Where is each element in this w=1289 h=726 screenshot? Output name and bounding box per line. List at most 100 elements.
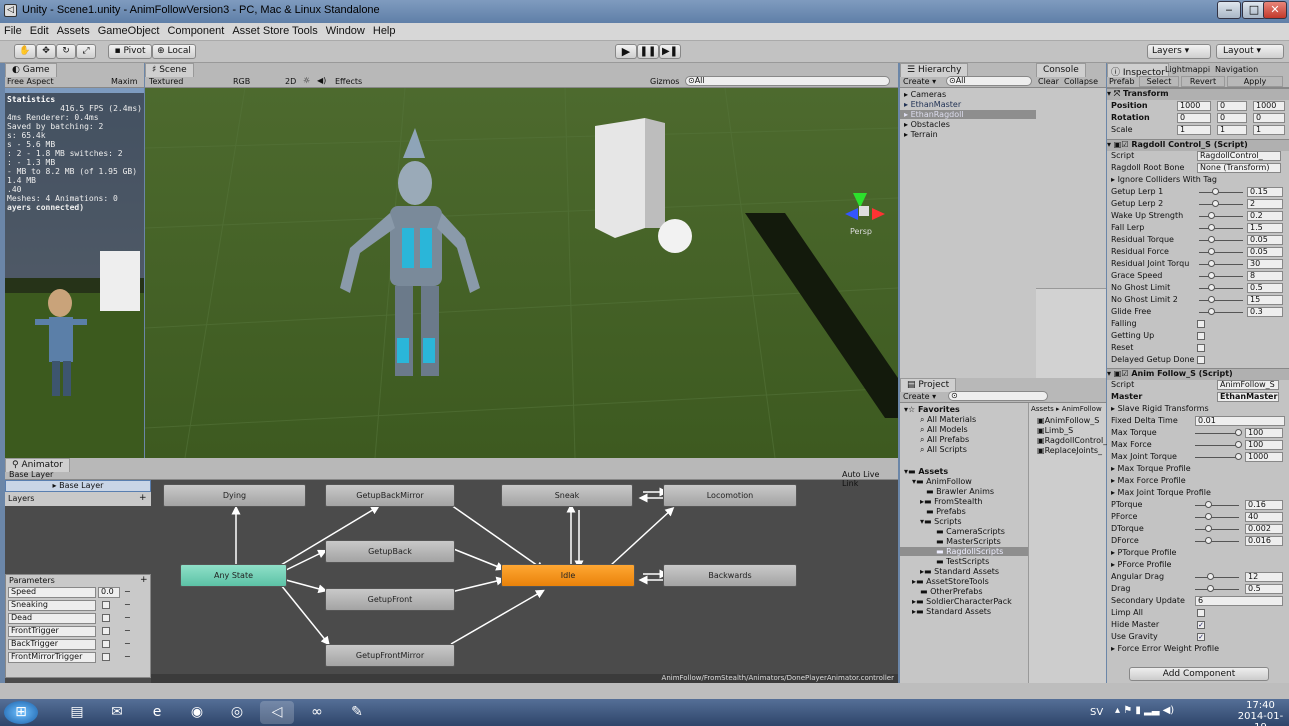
pivot-toggle[interactable]: ▪ Pivot xyxy=(108,44,152,59)
hierarchy-item-terrain[interactable]: ▸ Terrain xyxy=(904,130,938,139)
parameter-name-field[interactable]: FrontTrigger xyxy=(8,626,96,637)
parameter-name-field[interactable]: FrontMirrorTrigger xyxy=(8,652,96,663)
slider-knob[interactable] xyxy=(1205,501,1212,508)
ragdoll-param-slider[interactable] xyxy=(1199,288,1243,289)
prefab-select-button[interactable]: Select xyxy=(1139,76,1179,87)
folder-item[interactable]: ▬ Prefabs xyxy=(926,507,966,516)
rotation-z-field[interactable]: 0 xyxy=(1253,113,1285,123)
tab-lightmapping[interactable]: Lightmappi xyxy=(1165,65,1210,74)
tab-project[interactable]: ▤ Project xyxy=(900,378,957,392)
secondary-update-field[interactable]: 6 xyxy=(1195,596,1283,606)
state-sneak[interactable]: Sneak xyxy=(501,484,633,507)
sphere-object[interactable] xyxy=(658,219,692,253)
ragdoll-checkbox[interactable] xyxy=(1197,344,1205,352)
pd-param-field[interactable]: 40 xyxy=(1245,512,1283,522)
slider-knob[interactable] xyxy=(1207,272,1215,279)
profile-foldout[interactable]: ▸ PTorque Profile xyxy=(1111,548,1176,557)
parameter-checkbox[interactable] xyxy=(102,640,110,648)
project-search-input[interactable]: ⊙ xyxy=(948,391,1048,401)
folder-item[interactable]: ▬ MasterScripts xyxy=(936,537,1001,546)
project-create-dropdown[interactable]: Create ▾ xyxy=(903,392,936,401)
slider-knob[interactable] xyxy=(1207,585,1214,592)
remove-parameter-icon[interactable]: − xyxy=(124,652,131,661)
drag-param-slider[interactable] xyxy=(1195,577,1239,578)
pd-param-slider[interactable] xyxy=(1195,505,1239,506)
add-parameter-icon[interactable]: + xyxy=(140,575,148,585)
menu-component[interactable]: Component xyxy=(163,23,228,39)
slider-knob[interactable] xyxy=(1235,429,1242,436)
state-getup-back-mirror[interactable]: GetupBackMirror xyxy=(325,484,455,507)
project-breadcrumb[interactable]: Assets ▸ AnimFollow xyxy=(1031,405,1102,413)
slave-rigid-foldout[interactable]: ▸ Slave Rigid Transforms xyxy=(1111,404,1209,413)
minimize-button[interactable]: ‒ xyxy=(1217,1,1241,19)
parameter-checkbox[interactable] xyxy=(102,653,110,661)
clear-button[interactable]: Clear xyxy=(1038,77,1059,86)
ragdoll-param-slider[interactable] xyxy=(1199,192,1243,193)
slider-knob[interactable] xyxy=(1205,513,1212,520)
chrome-icon[interactable]: ◎ xyxy=(220,701,254,724)
ragdoll-param-field[interactable]: 0.2 xyxy=(1247,211,1283,221)
script-file[interactable]: ▣ReplaceJoints_ xyxy=(1037,446,1102,455)
ragdoll-param-slider[interactable] xyxy=(1199,252,1243,253)
position-z-field[interactable]: 1000 xyxy=(1253,101,1285,111)
max-param-field[interactable]: 100 xyxy=(1245,440,1283,450)
transform-header[interactable]: ▾ ⤧ Transform xyxy=(1107,88,1289,100)
ragdoll-param-field[interactable]: 30 xyxy=(1247,259,1283,269)
pd-param-slider[interactable] xyxy=(1195,517,1239,518)
slider-knob[interactable] xyxy=(1207,573,1214,580)
ignore-colliders-foldout[interactable]: ▸ Ignore Colliders With Tag xyxy=(1111,175,1217,184)
ragdoll-param-slider[interactable] xyxy=(1199,204,1243,205)
gizmos-dropdown[interactable]: Gizmos xyxy=(650,77,679,86)
hierarchy-create-dropdown[interactable]: Create ▾ xyxy=(903,77,936,86)
ragdoll-param-field[interactable]: 0.05 xyxy=(1247,235,1283,245)
effects-dropdown[interactable]: Effects xyxy=(335,77,362,86)
move-tool-icon[interactable]: ✥ xyxy=(36,44,56,59)
force-error-profile-foldout[interactable]: ▸ Force Error Weight Profile xyxy=(1111,644,1219,653)
language-indicator[interactable]: SV xyxy=(1090,707,1103,718)
tray-icons[interactable]: ▴ ⚑ ▮ ▂▃ ◀) xyxy=(1115,705,1174,716)
slider-knob[interactable] xyxy=(1212,200,1220,207)
anim-checkbox[interactable]: ✓ xyxy=(1197,621,1205,629)
slider-knob[interactable] xyxy=(1207,236,1215,243)
maximize-on-play[interactable]: Maxim xyxy=(111,77,138,86)
scene-search-input[interactable]: ⊙All xyxy=(685,76,890,86)
clock[interactable]: 17:40 2014-01-19 xyxy=(1232,700,1289,726)
scale-z-field[interactable]: 1 xyxy=(1253,125,1285,135)
max-param-slider[interactable] xyxy=(1195,457,1239,458)
anim-script-field[interactable]: AnimFollow_S xyxy=(1217,380,1279,390)
scale-tool-icon[interactable]: ⤢ xyxy=(76,44,96,59)
state-getup-front-mirror[interactable]: GetupFrontMirror xyxy=(325,644,455,667)
shading-dropdown[interactable]: Textured xyxy=(149,77,183,86)
drag-param-field[interactable]: 0.5 xyxy=(1245,584,1283,594)
slider-knob[interactable] xyxy=(1207,248,1215,255)
base-layer-breadcrumb[interactable]: Base Layer xyxy=(9,470,53,479)
ragdoll-control-header[interactable]: ▾ ▣☑ Ragdoll Control_S (Script) xyxy=(1107,139,1289,151)
tab-console[interactable]: Console xyxy=(1036,63,1086,77)
remove-parameter-icon[interactable]: − xyxy=(124,626,131,635)
collapse-button[interactable]: Collapse xyxy=(1064,77,1098,86)
vs-icon[interactable]: ∞ xyxy=(300,701,334,724)
scene-viewport[interactable]: Persp xyxy=(145,88,898,458)
menu-edit[interactable]: Edit xyxy=(26,23,53,39)
state-idle[interactable]: Idle xyxy=(501,564,635,587)
hierarchy-item-obstacles[interactable]: ▸ Obstacles xyxy=(904,120,950,129)
slider-knob[interactable] xyxy=(1207,296,1215,303)
ie-icon[interactable]: e xyxy=(140,701,174,724)
state-getup-back[interactable]: GetupBack xyxy=(325,540,455,563)
ragdoll-root-field[interactable]: None (Transform) xyxy=(1197,163,1281,173)
slider-knob[interactable] xyxy=(1235,453,1242,460)
favorite-item[interactable]: ⌕ All Scripts xyxy=(920,445,967,455)
drag-param-slider[interactable] xyxy=(1195,589,1239,590)
parameter-checkbox[interactable] xyxy=(102,601,110,609)
slider-knob[interactable] xyxy=(1207,308,1215,315)
parameter-checkbox[interactable] xyxy=(102,627,110,635)
lighting-icon[interactable]: ☼ xyxy=(303,76,310,85)
layout-dropdown[interactable]: Layout ▾ xyxy=(1216,44,1284,59)
audio-icon[interactable]: ◀) xyxy=(317,76,326,85)
slider-knob[interactable] xyxy=(1235,441,1242,448)
hierarchy-item-ethanragdoll[interactable]: ▸ EthanRagdoll xyxy=(900,110,1036,119)
slider-knob[interactable] xyxy=(1212,188,1220,195)
parameter-name-field[interactable]: BackTrigger xyxy=(8,639,96,650)
folder-item[interactable]: ▬ OtherPrefabs xyxy=(920,587,983,596)
ragdoll-checkbox[interactable] xyxy=(1197,356,1205,364)
